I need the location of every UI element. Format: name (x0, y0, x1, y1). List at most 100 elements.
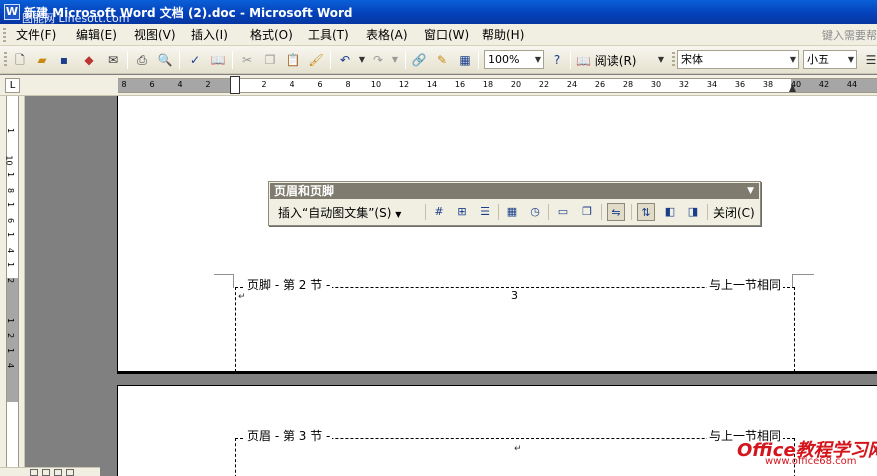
show-previous-icon[interactable]: ◧ (661, 203, 679, 221)
redo-icon[interactable]: ↷ (369, 51, 387, 69)
print-icon[interactable]: ⎙ (133, 51, 151, 69)
font-size-select[interactable]: 小五 ▼ (803, 50, 857, 69)
outline-view-icon[interactable] (66, 469, 74, 476)
horizontal-ruler[interactable]: 8 6 4 2 2 4 6 8 10 12 14 16 18 20 22 24 … (118, 76, 877, 94)
format-painter-icon[interactable]: 🖌 (307, 51, 325, 69)
email-icon[interactable]: ✉ (104, 51, 122, 69)
redo-dropdown-icon[interactable]: ▼ (386, 51, 404, 69)
menu-tools[interactable]: 工具(T) (308, 27, 349, 43)
undo-icon[interactable]: ↶ (336, 51, 354, 69)
open-folder-icon[interactable]: ▰ (33, 51, 51, 69)
toolbar-separator (601, 204, 602, 220)
menubar-grip[interactable] (3, 28, 6, 42)
vertical-ruler-strip (6, 96, 19, 476)
toolbar-options-icon[interactable]: ▼ (747, 183, 754, 199)
chevron-down-icon[interactable]: ▼ (848, 51, 854, 68)
vruler-number: 2 (6, 332, 16, 339)
paste-icon[interactable]: 📋 (284, 51, 302, 69)
tables-borders-icon[interactable]: ✎ (433, 51, 451, 69)
ruler-number: 32 (678, 80, 690, 89)
chevron-down-icon[interactable]: ▼ (790, 51, 796, 68)
indent-marker[interactable] (230, 76, 240, 94)
font-name-select[interactable]: 宋体 ▼ (677, 50, 799, 69)
print-layout-view-icon[interactable] (54, 469, 62, 476)
cut-icon[interactable]: ✂ (238, 51, 256, 69)
toolbar-options-icon[interactable]: ▼ (652, 51, 670, 69)
toolbar-separator (127, 51, 128, 69)
normal-view-icon[interactable] (30, 469, 38, 476)
menu-insert[interactable]: 插入(I) (191, 27, 228, 43)
menu-file[interactable]: 文件(F) (16, 27, 56, 43)
new-document-icon[interactable]: 🗋 (11, 51, 29, 69)
read-button[interactable]: 📖 阅读(R) (576, 52, 636, 69)
toolbar-separator (498, 204, 499, 220)
toolbar-grip[interactable] (4, 52, 7, 68)
margin-corner (792, 274, 814, 288)
ruler-number: 6 (149, 80, 155, 89)
word-app-icon[interactable]: W (4, 4, 20, 20)
book-icon: 📖 (576, 54, 591, 68)
menu-table[interactable]: 表格(A) (366, 27, 408, 43)
switch-header-footer-icon[interactable]: ⇅ (637, 203, 655, 221)
title-bar: W 新建 Microsoft Word 文档 (2).doc - Microso… (0, 0, 877, 25)
insert-page-number-icon[interactable]: # (430, 203, 448, 221)
toolbar-separator (570, 51, 571, 69)
ruler-number: 10 (370, 80, 382, 89)
vertical-margin-shade (7, 278, 18, 402)
vruler-number: 1 (6, 231, 16, 238)
align-icon[interactable]: ☰ (862, 51, 877, 69)
menu-format[interactable]: 格式(O) (250, 27, 293, 43)
research-icon[interactable]: 📖 (209, 51, 227, 69)
vruler-number: 1 (6, 347, 16, 354)
insert-time-icon[interactable]: ◷ (526, 203, 544, 221)
insert-table-icon[interactable]: ▦ (456, 51, 474, 69)
same-as-previous-label: 与上一节相同 (707, 276, 784, 293)
toolbar-separator (232, 51, 233, 69)
page-2[interactable]: 页眉 - 第 3 节 - 与上一节相同 ↵ (117, 385, 877, 476)
paragraph-mark: ↵ (514, 444, 522, 454)
page-number-field[interactable]: 3 (511, 289, 518, 302)
menu-edit[interactable]: 编辑(E) (76, 27, 117, 43)
toolbar-grip[interactable] (672, 52, 675, 68)
spelling-icon[interactable]: ✓ (186, 51, 204, 69)
format-page-number-icon[interactable]: ☰ (476, 203, 494, 221)
insert-page-count-icon[interactable]: ⊞ (453, 203, 471, 221)
page-setup-icon[interactable]: ▭ (554, 203, 572, 221)
chevron-down-icon[interactable]: ▼ (535, 51, 541, 68)
show-next-icon[interactable]: ◨ (684, 203, 702, 221)
insert-autotext-label: 插入“自动图文集”(S) (278, 206, 392, 220)
read-label: 阅读(R) (594, 54, 637, 68)
close-header-footer-button[interactable]: 关闭(C) (713, 204, 755, 221)
ask-question-box[interactable]: 键入需要帮 (822, 27, 877, 43)
toolbar-separator (707, 204, 708, 220)
vertical-ruler[interactable]: 1 10 1 8 1 6 1 4 1 2 1 2 1 4 (0, 96, 25, 476)
zoom-select[interactable]: 100% ▼ (484, 50, 544, 69)
page-1[interactable]: 页脚 - 第 2 节 - 与上一节相同 ↵ 3 (117, 96, 877, 373)
header-footer-toolbar: 页眉和页脚 ▼ 插入“自动图文集”(S) ▼ # ⊞ ☰ ▦ ◷ ▭ ❐ ⇋ ⇅… (268, 181, 761, 226)
menu-help[interactable]: 帮助(H) (482, 27, 524, 43)
site-watermark: Office教程学习网 www.office68.com (737, 436, 877, 467)
tab-selector[interactable]: L (5, 78, 20, 93)
web-layout-view-icon[interactable] (42, 469, 50, 476)
menu-window[interactable]: 窗口(W) (424, 27, 469, 43)
paragraph-mark: ↵ (238, 292, 246, 302)
margin-corner (214, 274, 234, 288)
ruler-number: 44 (846, 80, 858, 89)
save-icon[interactable]: ▪ (55, 51, 73, 69)
hyperlink-icon[interactable]: 🔗 (410, 51, 428, 69)
view-buttons-bar (0, 467, 100, 476)
header-footer-toolbar-titlebar[interactable]: 页眉和页脚 ▼ (270, 183, 759, 199)
permission-icon[interactable]: ◆ (80, 51, 98, 69)
link-to-previous-icon[interactable]: ⇋ (607, 203, 625, 221)
menu-view[interactable]: 视图(V) (134, 27, 176, 43)
ruler-number: 16 (454, 80, 466, 89)
insert-date-icon[interactable]: ▦ (503, 203, 521, 221)
vruler-number: 1 (6, 261, 16, 268)
copy-icon[interactable]: ❐ (261, 51, 279, 69)
show-hide-document-text-icon[interactable]: ❐ (578, 203, 596, 221)
help-icon[interactable]: ? (548, 51, 566, 69)
insert-autotext-button[interactable]: 插入“自动图文集”(S) ▼ (278, 204, 401, 221)
print-preview-icon[interactable]: 🔍 (156, 51, 174, 69)
ruler-number: 4 (289, 80, 295, 89)
toolbar-separator (425, 204, 426, 220)
